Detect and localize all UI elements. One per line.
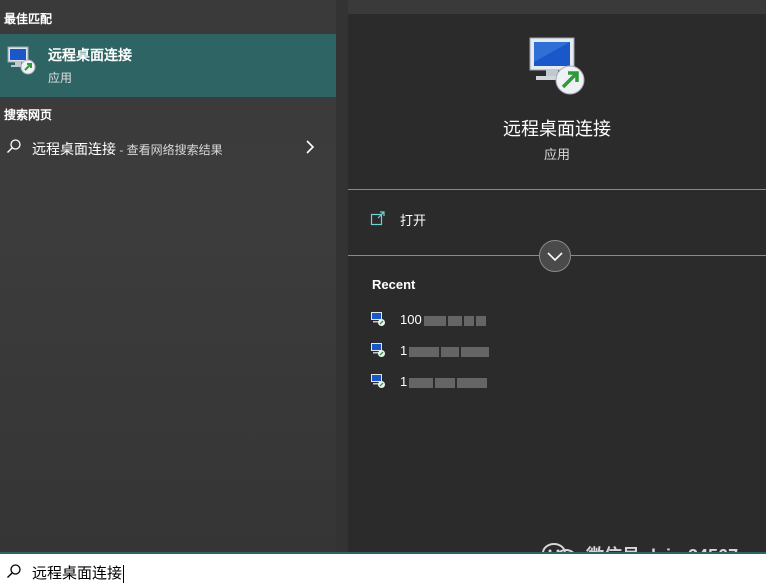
app-subtitle: 应用	[543, 147, 570, 162]
remote-desktop-icon	[7, 46, 36, 75]
best-match-type: 应用	[48, 71, 73, 85]
best-match-header: 最佳匹配	[4, 12, 53, 26]
recent-item[interactable]: 1	[370, 372, 670, 392]
expand-button[interactable]	[539, 240, 571, 272]
best-match-result[interactable]: 远程桌面连接 应用	[0, 34, 336, 97]
chevron-right-icon[interactable]	[304, 139, 316, 155]
text-caret	[123, 565, 125, 584]
web-search-result[interactable]: 远程桌面连接 - 查看网络搜索结果	[0, 132, 336, 162]
recent-item-label: 100	[400, 312, 422, 327]
search-results-pane: 最佳匹配 远程桌面连接 应用 搜索网页 远程桌面连接 - 查看网络搜索结果	[0, 0, 336, 552]
chevron-down-icon	[547, 252, 563, 262]
remote-desktop-large-icon	[529, 37, 585, 95]
recent-item[interactable]: 1	[370, 341, 670, 361]
search-bar[interactable]: 远程桌面连接	[0, 552, 766, 588]
app-title: 远程桌面连接	[503, 119, 611, 139]
web-search-header: 搜索网页	[4, 108, 53, 122]
search-icon	[7, 564, 21, 578]
remote-desktop-icon	[371, 343, 385, 357]
recent-item-label: 1	[400, 374, 408, 389]
remote-desktop-icon	[371, 374, 385, 388]
preview-top-strip	[348, 0, 766, 14]
pane-gutter	[336, 0, 348, 552]
app-preview-pane: 远程桌面连接 应用 打开 Recent 100 1 1	[348, 14, 766, 548]
recent-item[interactable]: 100	[370, 310, 670, 330]
open-icon	[370, 211, 385, 226]
recent-item-label: 1	[400, 343, 408, 358]
search-icon	[7, 139, 21, 153]
web-search-query: 远程桌面连接	[32, 141, 116, 157]
search-input[interactable]: 远程桌面连接	[32, 565, 122, 582]
web-search-hint: - 查看网络搜索结果	[116, 143, 223, 157]
open-action[interactable]: 打开	[370, 208, 570, 230]
open-label: 打开	[400, 213, 427, 228]
remote-desktop-icon	[371, 312, 385, 326]
best-match-name: 远程桌面连接	[48, 47, 132, 63]
recent-header: Recent	[372, 277, 416, 292]
divider	[348, 189, 766, 190]
